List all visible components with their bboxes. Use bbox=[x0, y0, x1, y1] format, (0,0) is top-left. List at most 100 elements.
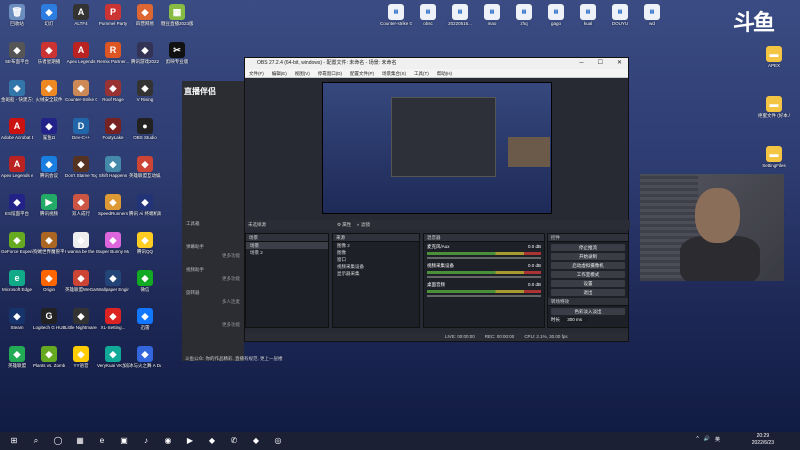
taskbar-app-icon[interactable]: ⊞ bbox=[6, 434, 22, 448]
menu-item[interactable]: 编辑(E) bbox=[272, 69, 287, 77]
close-icon[interactable]: ✕ bbox=[617, 58, 622, 69]
tray-icon[interactable]: ^ bbox=[696, 436, 698, 443]
desktop-folder-icon[interactable]: ▬绝蜜文件 (好本人模吗) bbox=[758, 96, 790, 126]
douyu-side-item-b[interactable]: 更多功能 bbox=[222, 322, 240, 328]
tray-icon[interactable]: 英 bbox=[715, 436, 720, 443]
desktop-icon[interactable]: ◆Plants vs. Zombies G... bbox=[33, 346, 65, 376]
control-button[interactable]: 启动虚拟摄像机 bbox=[551, 262, 625, 269]
desktop-icon[interactable]: ▶ 腾讯视频 bbox=[33, 194, 65, 224]
desktop-icon[interactable]: ● OBS Studio bbox=[129, 118, 161, 148]
menu-item[interactable]: 文件(F) bbox=[249, 69, 264, 77]
scene-item[interactable]: 场景 2 bbox=[246, 249, 328, 256]
control-button[interactable]: 退出 bbox=[551, 289, 625, 296]
desktop-icon[interactable]: ◆ 双人成行 bbox=[65, 194, 97, 224]
taskbar-app-icon[interactable]: ▣ bbox=[116, 434, 132, 448]
taskbar-app-icon[interactable]: ✆ bbox=[226, 434, 242, 448]
taskbar-app-icon[interactable]: ◯ bbox=[50, 434, 66, 448]
menu-item[interactable]: 帮助(H) bbox=[437, 69, 452, 77]
desktop-icon[interactable]: A Apex Legends bbox=[65, 42, 97, 72]
desktop-icon[interactable]: ◆Counter-Strike Global Of... bbox=[65, 80, 97, 110]
desktop-icon[interactable]: ◆ 迅雷 bbox=[129, 308, 161, 338]
source-item[interactable]: 图像 bbox=[333, 249, 419, 256]
desktop-icon[interactable]: P Pummel Party bbox=[97, 4, 129, 34]
desktop-icon[interactable]: R Remix Partner... bbox=[97, 42, 129, 72]
desktop-icon[interactable]: ◆ V Rising bbox=[129, 80, 161, 110]
menu-item[interactable]: 场景集合(S) bbox=[382, 69, 406, 77]
taskbar-app-icon[interactable]: ⌕ bbox=[28, 434, 44, 448]
menu-item[interactable]: 配置文件(P) bbox=[350, 69, 374, 77]
desktop-icon[interactable]: ◆ 火绒安全软件 bbox=[33, 80, 65, 110]
desktop-icon[interactable]: ◆英雄联盟WeGame版 bbox=[65, 270, 97, 300]
desktop-icon[interactable]: ◆ YY语音 bbox=[65, 346, 97, 376]
volume-slider[interactable] bbox=[427, 276, 541, 278]
desktop-file-icon[interactable]: ▤Counter-strike Global Of... bbox=[380, 4, 412, 34]
tray-icon[interactable]: 🔊 bbox=[704, 436, 710, 443]
douyu-side-item-b[interactable]: 更多功能 bbox=[222, 276, 240, 282]
desktop-icon[interactable]: ◆ Steam bbox=[1, 308, 33, 338]
taskbar-app-icon[interactable]: e bbox=[94, 434, 110, 448]
douyu-side-item[interactable]: 弹幕助手 bbox=[186, 244, 204, 250]
source-item[interactable]: 窗口 bbox=[333, 256, 419, 263]
desktop-icon[interactable]: 🗑 回收站 bbox=[1, 4, 33, 34]
transition-select[interactable]: 色彩淡入淡出 bbox=[551, 308, 625, 315]
desktop-icon[interactable]: ◆ 幻灯 bbox=[33, 4, 65, 34]
taskbar-app-icon[interactable]: ◉ bbox=[160, 434, 176, 448]
source-item[interactable]: 显示器采集 bbox=[333, 270, 419, 277]
taskbar-app-icon[interactable]: ◆ bbox=[248, 434, 264, 448]
desktop-file-icon[interactable]: ▤ DOUYU bbox=[604, 4, 636, 34]
desktop-icon[interactable]: AAdobe Acrobat DC bbox=[1, 118, 33, 148]
desktop-icon[interactable]: ◆Don't Starve Together bbox=[65, 156, 97, 186]
desktop-file-icon[interactable]: ▤ mao bbox=[476, 4, 508, 34]
desktop-icon[interactable]: ▦ 糖豆直播2023版 bbox=[161, 4, 193, 34]
desktop-file-icon[interactable]: ▤ obsc bbox=[412, 4, 444, 34]
volume-slider[interactable] bbox=[427, 295, 541, 297]
desktop-icon[interactable]: e Microsoft Edge bbox=[1, 270, 33, 300]
douyu-side-item[interactable]: 旋转器 bbox=[186, 290, 200, 296]
desktop-icon[interactable]: ✂ 剪映专业版 bbox=[161, 42, 193, 72]
obs-preview[interactable] bbox=[322, 82, 552, 214]
desktop-icon[interactable]: ◆腾讯 Ai 终端机助手 bbox=[129, 194, 161, 224]
menu-item[interactable]: 视图(V) bbox=[295, 69, 310, 77]
menu-item[interactable]: 工具(T) bbox=[414, 69, 429, 77]
desktop-icon[interactable]: ◆ 微信 bbox=[129, 270, 161, 300]
douyu-side-item-b[interactable]: 多人连麦 bbox=[222, 299, 240, 305]
minimize-icon[interactable]: ─ bbox=[579, 58, 583, 69]
desktop-icon[interactable]: D Dev-C++ bbox=[65, 118, 97, 148]
desktop-icon[interactable]: ◆Wallpaper Engine:... bbox=[97, 270, 129, 300]
source-item[interactable]: 图像 2 bbox=[333, 242, 419, 249]
desktop-icon[interactable]: ◆I wanna be the Creator bbox=[65, 232, 97, 262]
desktop-icon[interactable]: ◆ ES炫面平台 bbox=[1, 194, 33, 224]
taskbar-app-icon[interactable]: ▦ bbox=[72, 434, 88, 448]
taskbar-app-icon[interactable]: ♪ bbox=[138, 434, 154, 448]
menu-item[interactable]: 停靠窗口(D) bbox=[318, 69, 342, 77]
desktop-file-icon[interactable]: ▤ kual bbox=[572, 4, 604, 34]
control-button[interactable]: 停止推流 bbox=[551, 244, 625, 251]
desktop-icon[interactable]: ◆ XL-Setting... bbox=[97, 308, 129, 338]
desktop-file-icon[interactable]: ▤ zhq bbox=[508, 4, 540, 34]
douyu-side-item[interactable]: 工具箱 bbox=[186, 221, 200, 227]
desktop-icon[interactable]: ◆ Roof Rage bbox=[97, 80, 129, 110]
desktop-file-icon[interactable]: ▤ gago bbox=[540, 4, 572, 34]
desktop-icon[interactable]: A ALTF4 bbox=[65, 4, 97, 34]
desktop-icon[interactable]: ◆ SE布面平台 bbox=[1, 42, 33, 72]
desktop-icon[interactable]: ◆ FootyLake bbox=[97, 118, 129, 148]
desktop-file-icon[interactable]: ▤ 20220516... bbox=[444, 4, 476, 34]
desktop-icon[interactable]: ◆ 鲨鱼Ω bbox=[33, 118, 65, 148]
desktop-icon[interactable]: ◆ 腾讯QQ bbox=[129, 232, 161, 262]
desktop-icon[interactable]: ◆狗贼世界魔兽平台 bbox=[33, 232, 65, 262]
desktop-icon[interactable]: ◆英雄联盟互动娱乐 bbox=[129, 156, 161, 186]
desktop-icon[interactable]: A Apex Legends en bbox=[1, 156, 33, 186]
filters-button[interactable]: ◐ 滤镜 bbox=[357, 220, 370, 230]
control-button[interactable]: 设置 bbox=[551, 280, 625, 287]
desktop-icon[interactable]: ◆VeryKuai VK加速器 bbox=[97, 346, 129, 376]
desktop-icon[interactable]: ◆ 金斑船 - 快建方式 bbox=[1, 80, 33, 110]
desktop-icon[interactable]: ◆ Shift Happens bbox=[97, 156, 129, 186]
desktop-icon[interactable]: ◆ SpeedRunners bbox=[97, 194, 129, 224]
clock[interactable]: 20:29 2022/6/23 bbox=[752, 433, 774, 447]
control-button[interactable]: 开始录制 bbox=[551, 253, 625, 260]
desktop-file-icon[interactable]: ▤ wd bbox=[636, 4, 668, 34]
desktop-icon[interactable]: G Logitech G HUB bbox=[33, 308, 65, 338]
desktop-icon[interactable]: ◆ Little Nightmares bbox=[65, 308, 97, 338]
douyu-side-item[interactable]: 视频助手 bbox=[186, 267, 204, 273]
taskbar-app-icon[interactable]: ◎ bbox=[270, 434, 286, 448]
